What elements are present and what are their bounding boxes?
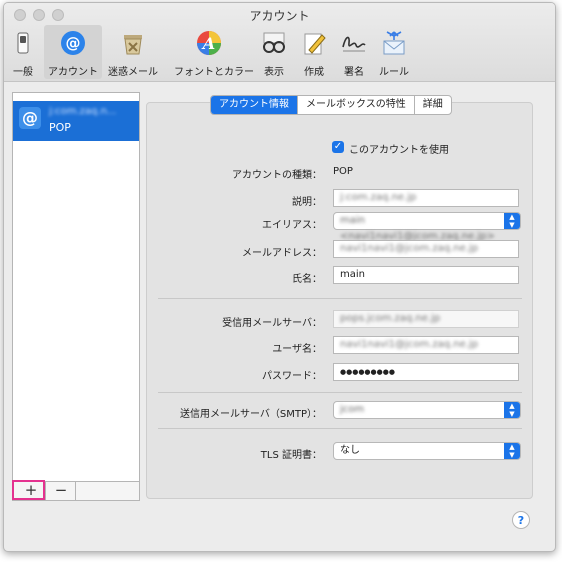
full-name-label: 氏名： bbox=[292, 274, 322, 285]
rules-envelope-icon bbox=[383, 31, 405, 55]
divider bbox=[158, 392, 522, 393]
description-label: 説明： bbox=[292, 197, 322, 208]
junk-trash-icon bbox=[124, 35, 142, 55]
account-type-value: POP bbox=[333, 166, 353, 177]
tls-certificate-label: TLS 証明書： bbox=[260, 450, 322, 461]
remove-account-button[interactable]: − bbox=[47, 482, 76, 500]
toolbar-label: ルール bbox=[379, 67, 409, 78]
alias-select[interactable]: main <navi1navi1@jcom.zaq.ne.jp> ▲ ▼ bbox=[333, 212, 521, 242]
glasses-icon bbox=[263, 32, 285, 53]
email-label: メールアドレス： bbox=[242, 248, 322, 259]
chevron-updown-icon: ▲ ▼ bbox=[504, 402, 520, 418]
email-field[interactable]: navi1navi1@jcom.zaq.ne.jp bbox=[333, 240, 519, 258]
at-icon: @ bbox=[61, 31, 85, 55]
divider bbox=[158, 298, 522, 299]
password-label: パスワード： bbox=[262, 371, 322, 382]
add-button-highlight bbox=[12, 480, 45, 500]
font-color-icon: A bbox=[197, 31, 221, 55]
incoming-server-field[interactable]: pops.jcom.zaq.ne.jp bbox=[333, 310, 519, 328]
description-field[interactable]: j:com.zaq.ne.jp bbox=[333, 189, 519, 207]
tab-mailbox-behaviors[interactable]: メールボックスの特性 bbox=[298, 96, 415, 114]
signature-icon bbox=[342, 36, 366, 52]
titlebar: アカウント 一般 @ アカウント 迷惑メール A フォントとカラー 表示 作成 … bbox=[4, 3, 555, 82]
smtp-label: 送信用メールサーバ（SMTP）： bbox=[179, 409, 322, 420]
tls-certificate-select[interactable]: なし ▲ ▼ bbox=[333, 442, 521, 460]
chevron-updown-icon: ▲ ▼ bbox=[504, 443, 520, 459]
toolbar-label: 迷惑メール bbox=[108, 67, 158, 78]
pencil-note-icon bbox=[304, 33, 326, 55]
alias-label: エイリアス： bbox=[262, 220, 322, 231]
account-type: POP bbox=[49, 121, 71, 134]
chevron-updown-icon: ▲ ▼ bbox=[504, 213, 520, 229]
smtp-select[interactable]: jcom ▲ ▼ bbox=[333, 401, 521, 419]
incoming-server-label: 受信用メールサーバ： bbox=[222, 318, 322, 329]
help-button[interactable]: ? bbox=[512, 511, 530, 529]
account-settings-panel bbox=[146, 102, 533, 499]
toolbar-label: フォントとカラー bbox=[174, 67, 254, 78]
enable-account-label: このアカウントを使用 bbox=[349, 145, 449, 156]
password-field[interactable]: ●●●●●●●●● bbox=[333, 363, 519, 381]
tab-account-info[interactable]: アカウント情報 bbox=[211, 96, 298, 114]
window-title: アカウント bbox=[249, 9, 310, 23]
toolbar-rules[interactable]: ルール bbox=[365, 25, 423, 79]
toolbar-accounts[interactable]: @ アカウント bbox=[44, 25, 102, 79]
username-label: ユーザ名： bbox=[272, 344, 322, 355]
at-icon: @ bbox=[19, 107, 41, 129]
tab-advanced[interactable]: 詳細 bbox=[415, 96, 451, 114]
enable-account-checkbox[interactable]: ✓ bbox=[332, 141, 344, 153]
toolbar-junk[interactable]: 迷惑メール bbox=[104, 25, 162, 79]
full-name-field[interactable]: main bbox=[333, 266, 519, 284]
settings-tabs: アカウント情報 メールボックスの特性 詳細 bbox=[210, 95, 452, 115]
divider bbox=[158, 428, 522, 429]
switch-icon bbox=[17, 32, 29, 54]
account-list: @ j:com.zaq.n... POP bbox=[12, 92, 140, 484]
username-field[interactable]: navi1navi1@jcom.zaq.ne.jp bbox=[333, 336, 519, 354]
svg-text:@: @ bbox=[66, 34, 81, 52]
toolbar-fonts-colors[interactable]: A フォントとカラー bbox=[174, 25, 254, 79]
account-type-label: アカウントの種類： bbox=[232, 170, 322, 181]
account-name: j:com.zaq.n... bbox=[49, 106, 117, 117]
svg-text:A: A bbox=[201, 34, 215, 53]
account-list-item[interactable]: @ j:com.zaq.n... POP bbox=[13, 101, 139, 141]
